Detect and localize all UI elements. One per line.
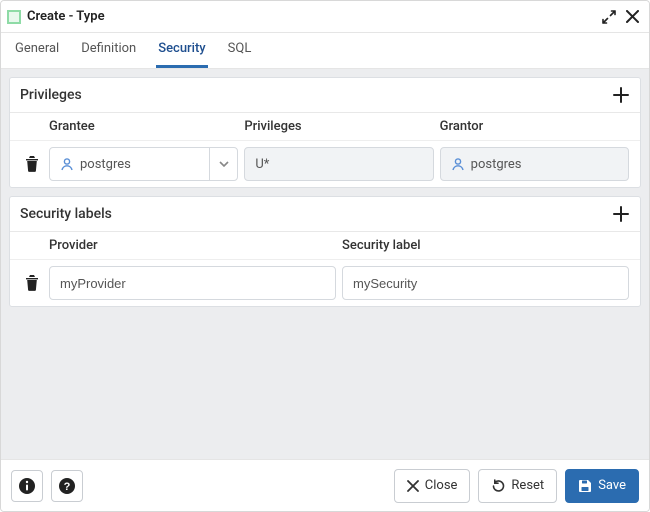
grantee-value: postgres xyxy=(80,157,209,172)
security-labels-column-headers: Provider Security label xyxy=(10,232,640,260)
security-labels-header: Security labels xyxy=(10,197,640,232)
reset-button[interactable]: Reset xyxy=(478,469,557,503)
chevron-down-icon xyxy=(209,148,237,180)
tab-definition[interactable]: Definition xyxy=(79,32,138,68)
dialog-footer: ? Close Reset Save xyxy=(1,459,649,511)
close-button[interactable]: Close xyxy=(394,469,471,503)
security-labels-panel: Security labels Provider Security label xyxy=(9,196,641,307)
privileges-value-field[interactable]: U* xyxy=(244,147,433,181)
save-button[interactable]: Save xyxy=(565,469,639,503)
delete-security-label-icon[interactable] xyxy=(25,275,39,291)
privileges-value: U* xyxy=(245,157,432,172)
info-button[interactable] xyxy=(11,470,43,502)
delete-privilege-icon[interactable] xyxy=(25,156,39,172)
provider-input[interactable] xyxy=(49,266,336,300)
add-security-label-button[interactable] xyxy=(612,205,630,223)
privileges-panel: Privileges Grantee Privileges Grantor xyxy=(9,77,641,188)
privileges-title: Privileges xyxy=(20,87,612,103)
close-label: Close xyxy=(425,478,458,493)
expand-icon[interactable] xyxy=(602,10,616,24)
save-label: Save xyxy=(598,478,626,493)
help-button[interactable]: ? xyxy=(51,470,83,502)
privileges-column-headers: Grantee Privileges Grantor xyxy=(10,113,640,141)
window-title: Create - Type xyxy=(27,9,592,24)
grantor-field: postgres xyxy=(440,147,629,181)
tab-sql[interactable]: SQL xyxy=(226,32,254,68)
svg-text:?: ? xyxy=(64,481,71,493)
user-icon xyxy=(60,157,74,171)
titlebar: Create - Type xyxy=(1,1,649,33)
tab-security[interactable]: Security xyxy=(156,32,207,68)
privileges-header: Privileges xyxy=(10,78,640,113)
col-grantor: Grantor xyxy=(437,119,632,134)
grantor-value: postgres xyxy=(471,157,628,172)
col-provider: Provider xyxy=(46,238,339,253)
type-icon xyxy=(7,10,21,24)
close-icon[interactable] xyxy=(626,10,639,23)
col-privileges: Privileges xyxy=(241,119,436,134)
reset-label: Reset xyxy=(511,478,544,493)
dialog-body: Privileges Grantee Privileges Grantor xyxy=(1,69,649,459)
col-security-label: Security label xyxy=(339,238,632,253)
tab-bar: General Definition Security SQL xyxy=(1,33,649,69)
col-grantee: Grantee xyxy=(46,119,241,134)
add-privilege-button[interactable] xyxy=(612,86,630,104)
dialog-create-type: Create - Type General Definition Securit… xyxy=(0,0,650,512)
security-labels-title: Security labels xyxy=(20,206,612,222)
tab-general[interactable]: General xyxy=(13,32,61,68)
security-label-row xyxy=(10,260,640,306)
privilege-row: postgres U* po xyxy=(10,141,640,187)
grantee-select[interactable]: postgres xyxy=(49,147,238,181)
user-icon xyxy=(451,157,465,171)
security-label-input[interactable] xyxy=(342,266,629,300)
